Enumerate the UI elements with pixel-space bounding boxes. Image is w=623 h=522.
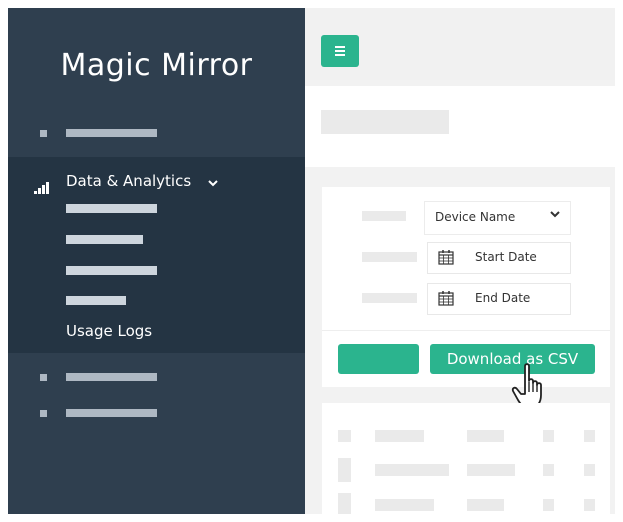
table-cell-placeholder: [584, 464, 595, 476]
sidebar-item-2[interactable]: [8, 369, 305, 393]
table-cell-placeholder: [375, 499, 434, 511]
filter-label-placeholder: [362, 211, 406, 221]
end-date-field[interactable]: End Date: [427, 283, 571, 315]
card-divider: [322, 330, 610, 331]
start-date-field[interactable]: Start Date: [427, 242, 571, 274]
sidebar-item-label-placeholder: [66, 373, 157, 381]
sidebar-item-icon: [40, 130, 47, 137]
page-header-panel: [305, 86, 615, 167]
submenu-item-1[interactable]: [66, 204, 157, 213]
sidebar: Magic Mirror Data & Analytics Usage Logs: [8, 8, 305, 514]
sidebar-item-data-analytics[interactable]: Data & Analytics: [66, 172, 191, 190]
usage-logs-table: [322, 403, 610, 514]
sidebar-item-icon: [40, 374, 47, 381]
filter-label-placeholder: [362, 252, 417, 262]
table-cell-placeholder: [543, 499, 554, 511]
apply-filter-button[interactable]: [338, 344, 419, 374]
table-cell-placeholder: [375, 430, 424, 442]
sidebar-item-label-placeholder: [66, 409, 157, 417]
sidebar-item-label-placeholder: [66, 129, 157, 137]
table-cell-placeholder: [338, 493, 351, 514]
calendar-icon: [438, 290, 454, 306]
table-cell-placeholder: [467, 430, 504, 442]
submenu-item-2[interactable]: [66, 235, 143, 244]
table-cell-placeholder: [467, 464, 515, 476]
submenu-item-usage-logs[interactable]: Usage Logs: [66, 322, 152, 340]
signal-bars-icon: [34, 182, 50, 194]
table-cell-placeholder: [467, 499, 504, 511]
table-cell-placeholder: [375, 464, 449, 476]
submenu-item-4[interactable]: [66, 296, 126, 305]
sidebar-item-1[interactable]: [8, 125, 305, 149]
end-date-placeholder: End Date: [475, 291, 531, 305]
table-cell-placeholder: [543, 430, 554, 442]
chevron-down-icon: [550, 211, 560, 221]
device-name-select[interactable]: Device Name: [424, 201, 571, 235]
main-content: Device Name Start Date End Date Download…: [305, 8, 615, 514]
sidebar-item-icon: [40, 410, 47, 417]
table-cell-placeholder: [584, 430, 595, 442]
app-logo: Magic Mirror: [60, 48, 253, 83]
chevron-down-icon[interactable]: [208, 177, 218, 190]
calendar-icon: [438, 249, 454, 265]
device-name-select-value: Device Name: [435, 210, 516, 224]
table-cell-placeholder: [584, 499, 595, 511]
app-frame: Magic Mirror Data & Analytics Usage Logs: [8, 8, 615, 514]
table-cell-placeholder: [543, 464, 554, 476]
submenu-item-3[interactable]: [66, 266, 157, 275]
start-date-placeholder: Start Date: [475, 250, 537, 264]
table-cell-placeholder: [338, 458, 351, 482]
table-cell-placeholder: [338, 430, 351, 442]
filter-label-placeholder: [362, 293, 417, 303]
hamburger-menu-icon[interactable]: [321, 35, 359, 67]
top-bar: [305, 8, 615, 80]
page-title-placeholder: [321, 110, 449, 134]
sidebar-item-3[interactable]: [8, 405, 305, 429]
